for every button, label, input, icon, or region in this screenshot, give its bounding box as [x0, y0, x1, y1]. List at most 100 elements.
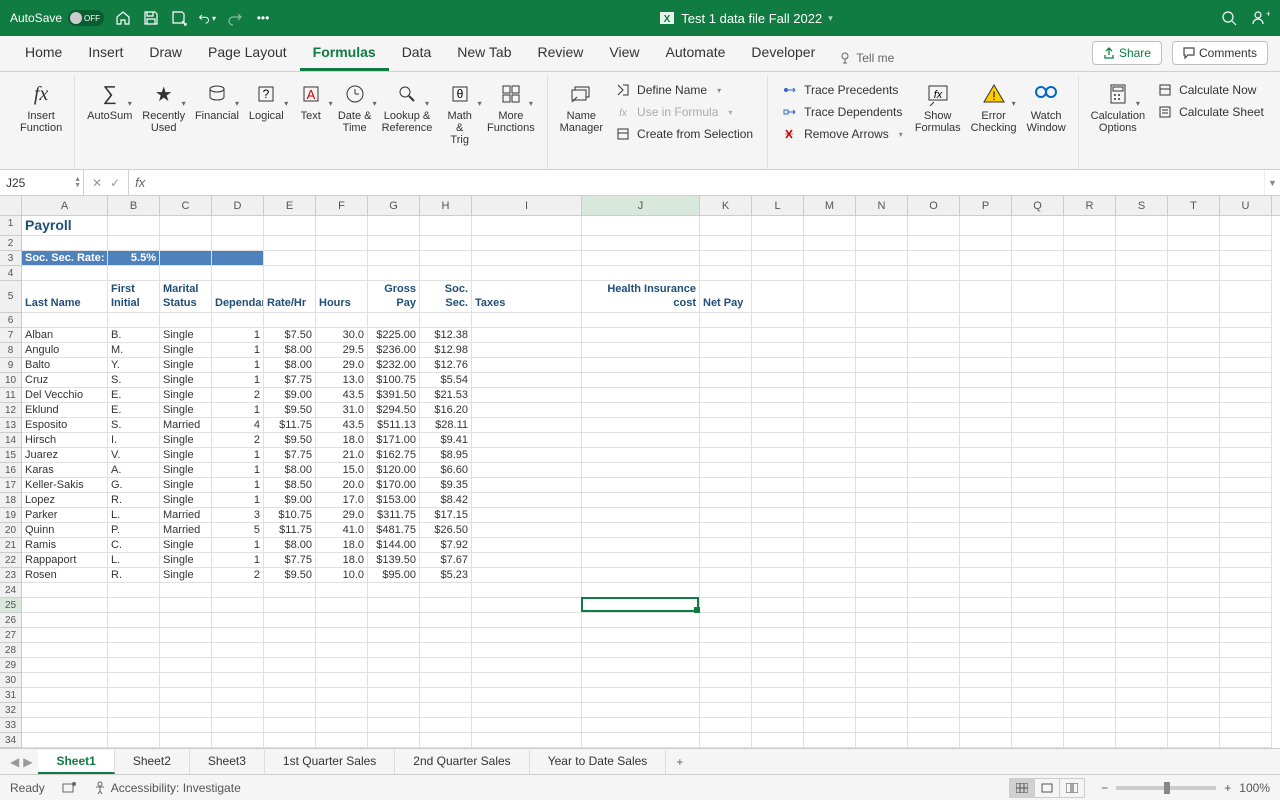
cell[interactable]: [752, 508, 804, 523]
cell[interactable]: [752, 478, 804, 493]
cell[interactable]: [700, 343, 752, 358]
cell[interactable]: [108, 673, 160, 688]
cell[interactable]: [1012, 613, 1064, 628]
cell[interactable]: [368, 628, 420, 643]
cell[interactable]: [108, 703, 160, 718]
cell[interactable]: [420, 583, 472, 598]
cell[interactable]: [368, 673, 420, 688]
cell[interactable]: [582, 216, 700, 236]
cell[interactable]: Cruz: [22, 373, 108, 388]
cell[interactable]: Soc. Sec.: [420, 281, 472, 313]
cell[interactable]: [1064, 523, 1116, 538]
cell[interactable]: [108, 598, 160, 613]
cell[interactable]: [960, 703, 1012, 718]
cell[interactable]: $17.15: [420, 508, 472, 523]
cell[interactable]: [1064, 478, 1116, 493]
cell[interactable]: [752, 433, 804, 448]
cell[interactable]: [1012, 463, 1064, 478]
cell[interactable]: [1012, 343, 1064, 358]
cell[interactable]: [108, 236, 160, 251]
cell[interactable]: [582, 553, 700, 568]
cell[interactable]: 13.0: [316, 373, 368, 388]
cell[interactable]: [908, 733, 960, 748]
cell[interactable]: [1168, 538, 1220, 553]
cell[interactable]: [752, 373, 804, 388]
cell[interactable]: [212, 598, 264, 613]
cell[interactable]: [856, 553, 908, 568]
cell[interactable]: 1: [212, 403, 264, 418]
row-header[interactable]: 2: [0, 236, 22, 251]
cell[interactable]: [472, 673, 582, 688]
cell[interactable]: Single: [160, 448, 212, 463]
cell[interactable]: [908, 343, 960, 358]
row-header[interactable]: 30: [0, 673, 22, 688]
more-functions-button[interactable]: ▾More Functions: [483, 78, 539, 136]
cell[interactable]: [752, 463, 804, 478]
cell[interactable]: [1064, 703, 1116, 718]
cell[interactable]: [316, 733, 368, 748]
cell[interactable]: [472, 433, 582, 448]
cell[interactable]: 43.5: [316, 418, 368, 433]
cell[interactable]: [1168, 568, 1220, 583]
cell[interactable]: [1116, 313, 1168, 328]
cell[interactable]: [582, 508, 700, 523]
cell[interactable]: [700, 403, 752, 418]
row-header[interactable]: 22: [0, 553, 22, 568]
cell[interactable]: [1168, 493, 1220, 508]
cell[interactable]: [1220, 388, 1272, 403]
cell[interactable]: [1064, 613, 1116, 628]
cell[interactable]: [1012, 598, 1064, 613]
cell[interactable]: [22, 718, 108, 733]
cell[interactable]: [264, 658, 316, 673]
cell[interactable]: [908, 523, 960, 538]
cell[interactable]: [804, 568, 856, 583]
cell[interactable]: [908, 463, 960, 478]
cell[interactable]: [316, 628, 368, 643]
cell[interactable]: [472, 403, 582, 418]
cell[interactable]: [804, 358, 856, 373]
share-button[interactable]: Share: [1092, 41, 1162, 65]
cell[interactable]: 1: [212, 358, 264, 373]
cell[interactable]: [316, 658, 368, 673]
row-header[interactable]: 27: [0, 628, 22, 643]
cell[interactable]: [264, 703, 316, 718]
cell[interactable]: [804, 688, 856, 703]
cell[interactable]: [908, 673, 960, 688]
cell[interactable]: [960, 236, 1012, 251]
cell[interactable]: [856, 236, 908, 251]
cell[interactable]: [856, 251, 908, 266]
cell[interactable]: [1012, 328, 1064, 343]
expand-formula-bar-icon[interactable]: ▼: [1264, 170, 1280, 195]
cell[interactable]: [908, 613, 960, 628]
cell[interactable]: [1116, 236, 1168, 251]
cell[interactable]: [1012, 628, 1064, 643]
cell[interactable]: [1116, 733, 1168, 748]
cell[interactable]: [582, 493, 700, 508]
cell[interactable]: [856, 643, 908, 658]
text-button[interactable]: A▾Text: [290, 78, 332, 124]
cell[interactable]: [856, 733, 908, 748]
cell[interactable]: [316, 216, 368, 236]
cell[interactable]: 29.0: [316, 508, 368, 523]
cell[interactable]: [582, 583, 700, 598]
cell[interactable]: [752, 733, 804, 748]
cell[interactable]: [472, 643, 582, 658]
cell[interactable]: $8.42: [420, 493, 472, 508]
col-header-U[interactable]: U: [1220, 196, 1272, 215]
cell[interactable]: [1064, 493, 1116, 508]
cell[interactable]: [1012, 433, 1064, 448]
cell[interactable]: [368, 733, 420, 748]
cell[interactable]: [856, 448, 908, 463]
cell[interactable]: [420, 216, 472, 236]
col-header-D[interactable]: D: [212, 196, 264, 215]
cell[interactable]: [804, 598, 856, 613]
cell[interactable]: [160, 673, 212, 688]
cell[interactable]: [1220, 613, 1272, 628]
cell[interactable]: Single: [160, 358, 212, 373]
cell[interactable]: [1168, 598, 1220, 613]
cell[interactable]: [856, 343, 908, 358]
cell[interactable]: [1168, 343, 1220, 358]
cell[interactable]: [22, 628, 108, 643]
cell[interactable]: [1116, 433, 1168, 448]
trace-dependents-button[interactable]: Trace Dependents: [780, 102, 905, 122]
